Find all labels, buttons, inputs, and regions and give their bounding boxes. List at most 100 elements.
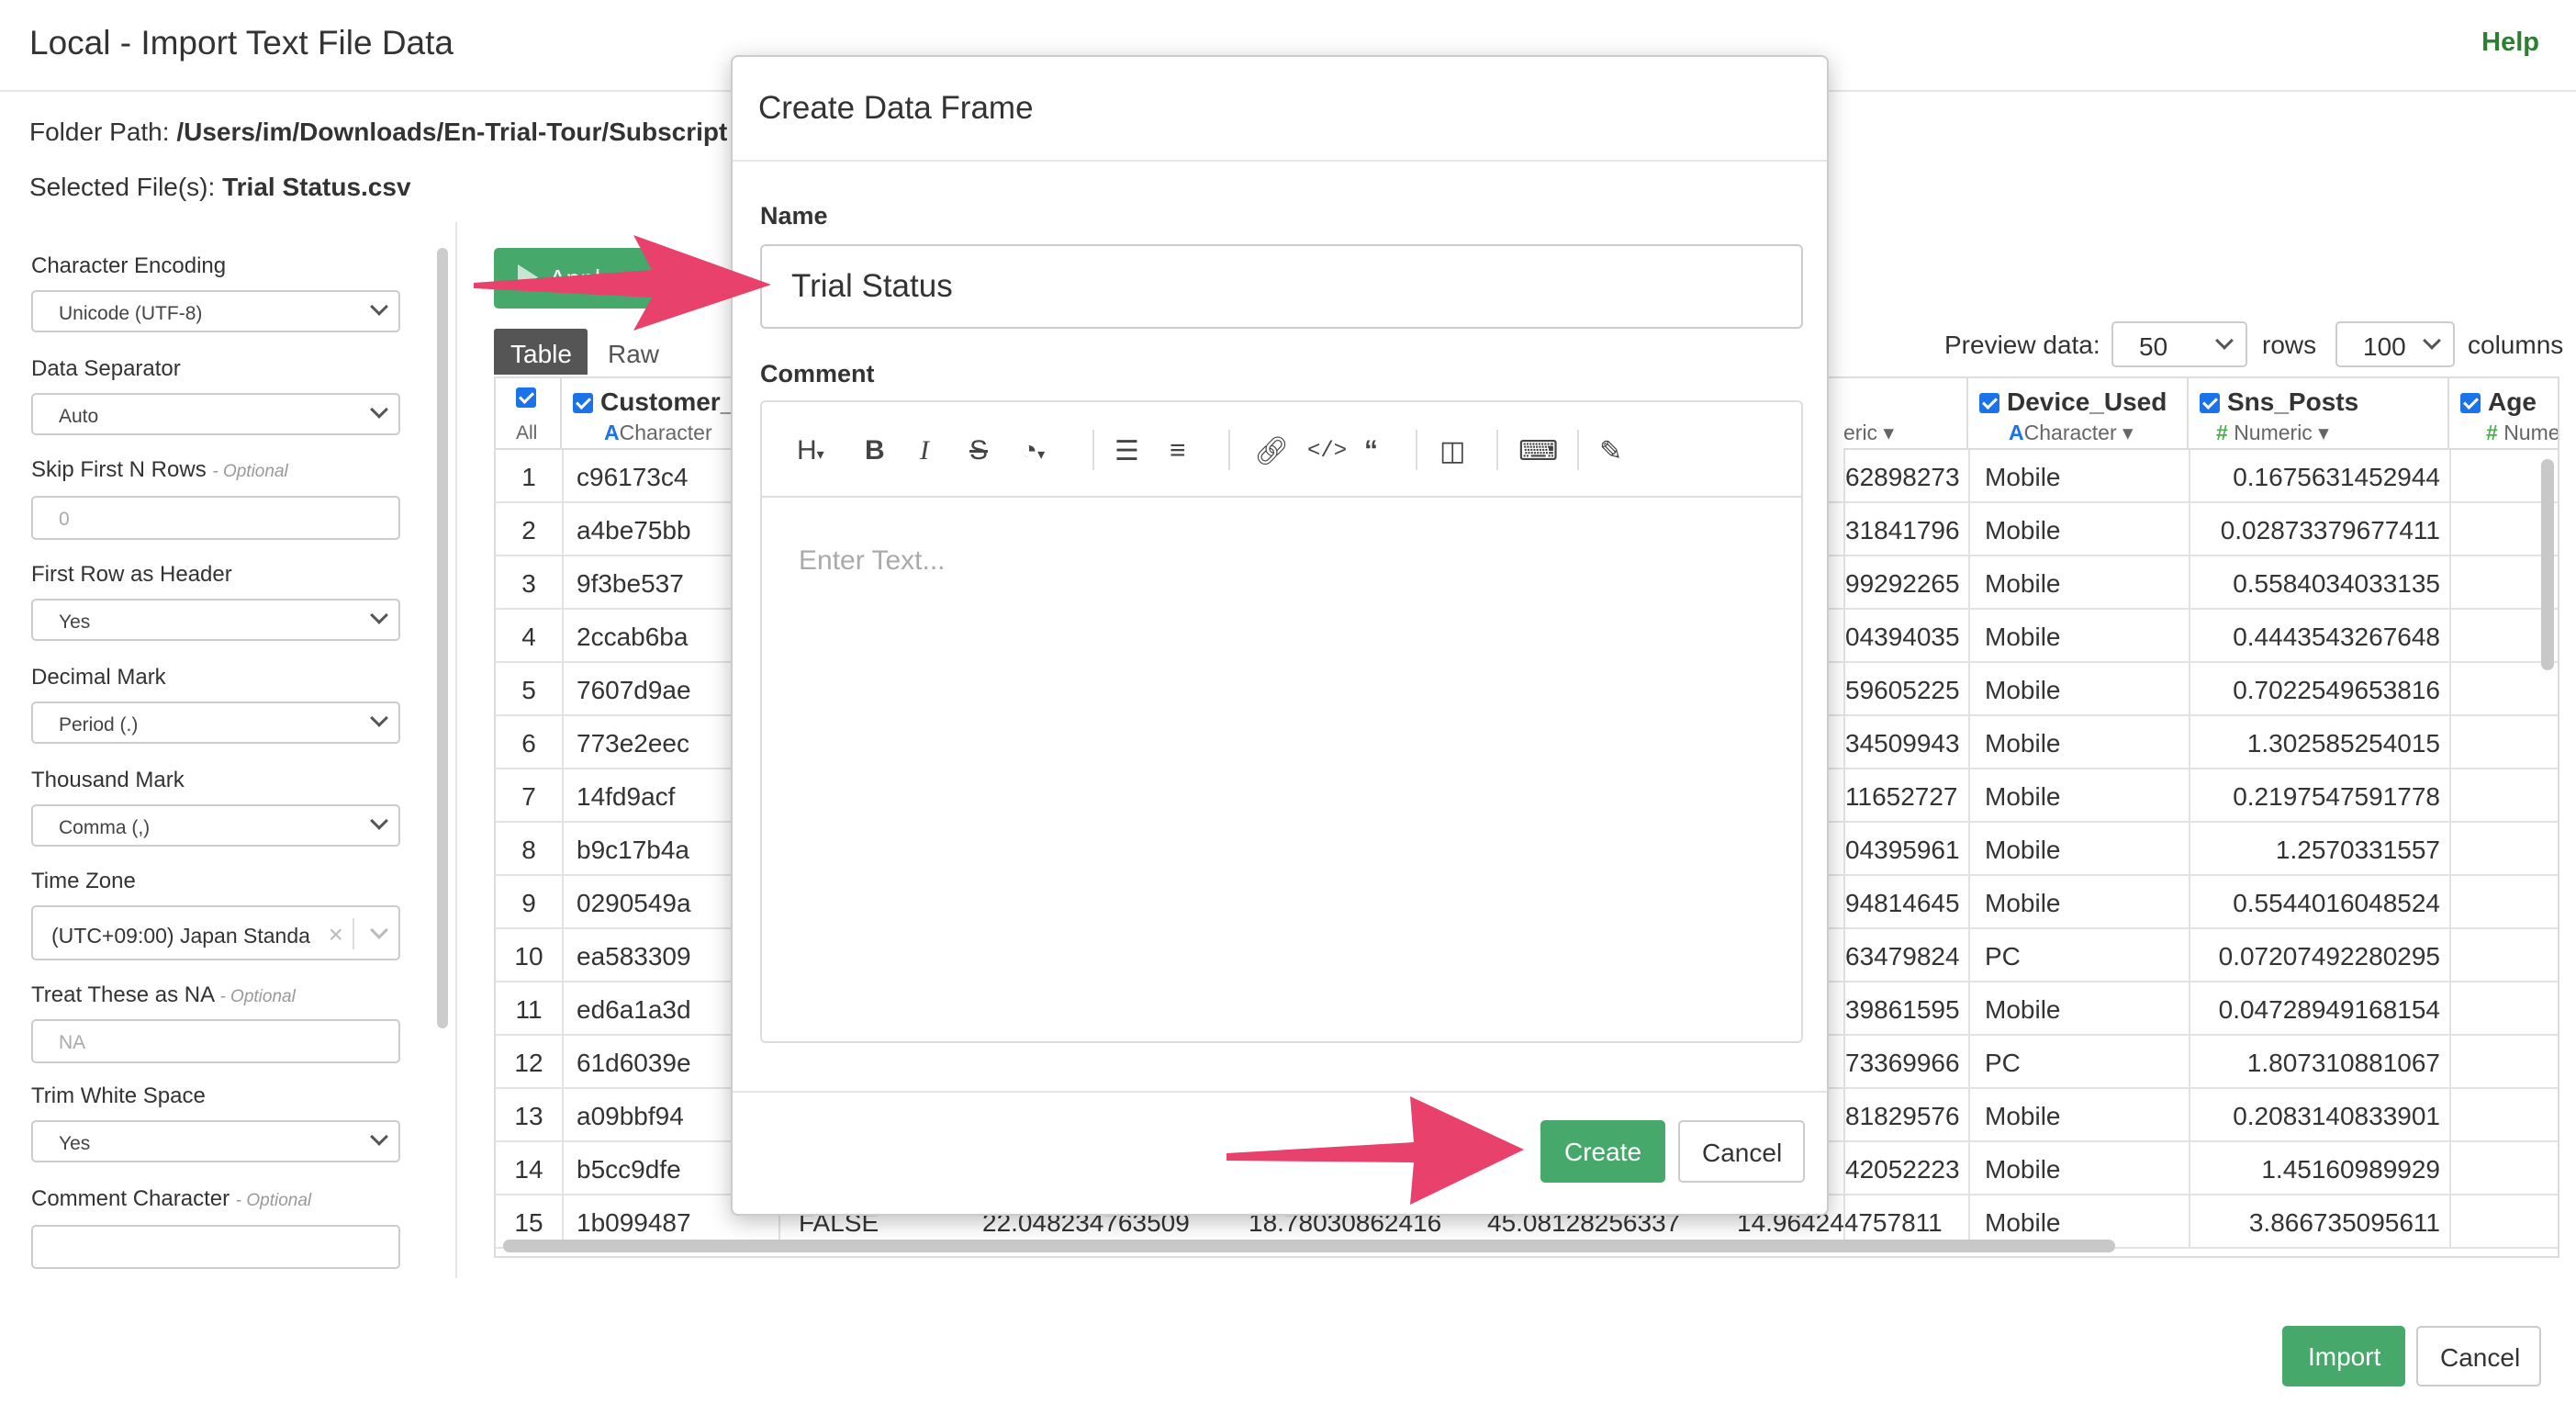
help-link[interactable]: Help — [2481, 28, 2539, 58]
thousand-mark-select[interactable]: Comma (,) — [31, 804, 400, 847]
bold-icon[interactable]: B — [865, 435, 885, 466]
quote-icon[interactable]: “ — [1364, 435, 1378, 466]
cancel-button[interactable]: Cancel — [2416, 1326, 2541, 1386]
cell-device-used: Mobile — [1985, 729, 2061, 758]
keyboard-icon[interactable]: ⌨ — [1518, 435, 1558, 467]
column-header-device-used[interactable]: Device_Used ACharacter ▾ — [1968, 378, 2189, 450]
column-divider — [1968, 876, 1970, 929]
dialog-title: Create Data Frame — [758, 90, 1034, 126]
column-divider — [2189, 1195, 2190, 1249]
comment-editor[interactable]: H▾ B I S ◔▾ ☰ ≡ 🔗︎ </> “ ◫ ⌨ ✎ Enter Tex… — [760, 400, 1803, 1043]
column-divider — [1843, 1089, 1845, 1142]
vertical-scrollbar[interactable] — [2541, 459, 2554, 670]
cell-sns-posts: 0.4443543267648 — [2233, 623, 2440, 651]
editor-toolbar: H▾ B I S ◔▾ ☰ ≡ 🔗︎ </> “ ◫ ⌨ ✎ — [762, 402, 1801, 498]
cell-device-used: Mobile — [1985, 889, 2061, 917]
trim-select[interactable]: Yes — [31, 1120, 400, 1162]
column-divider — [1843, 769, 1845, 823]
cell-sns-posts: 1.807310881067 — [2246, 1049, 2440, 1077]
columns-icon[interactable]: ◫ — [1439, 435, 1465, 467]
encoding-label: Character Encoding — [31, 253, 227, 278]
header-row-select[interactable]: Yes — [31, 599, 400, 641]
tab-raw[interactable]: Raw — [608, 340, 659, 369]
strikethrough-icon[interactable]: S — [969, 435, 988, 466]
preview-columns-select[interactable]: 100 — [2335, 321, 2455, 367]
column-divider — [2189, 610, 2190, 663]
decimal-mark-select[interactable]: Period (.) — [31, 702, 400, 744]
bullet-list-icon[interactable]: ☰ — [1114, 435, 1139, 467]
sidebar-scrollbar[interactable] — [437, 248, 448, 1028]
create-data-frame-dialog: Create Data Frame Name Trial Status Comm… — [731, 55, 1829, 1216]
column-divider — [2189, 769, 2190, 823]
na-label: Treat These as NA - Optional — [31, 982, 296, 1007]
dialog-cancel-button[interactable]: Cancel — [1678, 1120, 1805, 1183]
column-checkbox[interactable] — [573, 393, 593, 413]
code-icon[interactable]: </> — [1307, 439, 1347, 464]
magic-wand-icon[interactable]: ✎ — [1599, 435, 1622, 467]
preview-rows-select[interactable]: 50 — [2111, 321, 2247, 367]
chevron-down-icon — [2215, 331, 2234, 350]
cell-device-used: PC — [1985, 1049, 2021, 1077]
import-button[interactable]: Import — [2282, 1326, 2405, 1386]
column-checkbox[interactable] — [2200, 393, 2220, 413]
cell-number: 73369966 — [1845, 1049, 1960, 1077]
row-number: 13 — [514, 1102, 543, 1130]
heading-icon[interactable]: H▾ — [797, 435, 824, 466]
column-divider — [562, 929, 564, 982]
select-all-checkbox[interactable] — [516, 387, 536, 408]
cell-customer-id: a09bbf94 — [577, 1102, 684, 1130]
column-header-sns-posts[interactable]: Sns_Posts # Numeric ▾ — [2189, 378, 2449, 450]
cell-customer-id: 61d6039e — [577, 1049, 691, 1077]
cell-number: 34509943 — [1845, 729, 1960, 758]
clear-icon[interactable]: × — [329, 920, 343, 949]
column-divider — [2449, 769, 2451, 823]
cell-sns-posts: 3.866735095611 — [2248, 1208, 2440, 1237]
thousand-mark-label: Thousand Mark — [31, 768, 185, 792]
row-number: 12 — [514, 1049, 543, 1077]
cell-number: 81829576 — [1845, 1102, 1960, 1130]
caret-down-icon[interactable]: ▾ — [1883, 421, 1894, 444]
column-divider — [2449, 876, 2451, 929]
column-header-partial[interactable]: eric ▾ — [1843, 378, 1968, 450]
separator-select[interactable]: Auto — [31, 393, 400, 435]
column-divider — [2189, 450, 2190, 503]
cell-device-used: PC — [1985, 942, 2021, 971]
column-divider — [1843, 503, 1845, 556]
name-input[interactable]: Trial Status — [760, 244, 1803, 329]
italic-icon[interactable]: I — [920, 435, 929, 466]
chevron-down-icon — [370, 921, 388, 939]
row-number: 15 — [514, 1208, 543, 1237]
na-input[interactable]: NA — [31, 1019, 400, 1063]
separator — [353, 918, 354, 949]
column-divider — [2449, 556, 2451, 610]
time-zone-select[interactable]: (UTC+09:00) Japan Standa × — [31, 905, 400, 960]
column-divider — [2189, 823, 2190, 876]
separator — [1416, 430, 1417, 470]
column-divider — [2189, 1089, 2190, 1142]
import-options-panel: Character Encoding Unicode (UTF-8) Data … — [0, 222, 422, 1278]
caret-down-icon[interactable]: ▾ — [2318, 421, 2329, 444]
column-divider — [562, 1089, 564, 1142]
folder-path: Folder Path: /Users/im/Downloads/En-Tria… — [29, 118, 727, 147]
cell-customer-id: c96173c4 — [577, 463, 689, 491]
create-button[interactable]: Create — [1540, 1120, 1665, 1183]
cell-sns-posts: 1.45160989929 — [2261, 1155, 2440, 1184]
caret-down-icon[interactable]: ▾ — [2122, 421, 2134, 444]
row-number: 5 — [521, 676, 536, 704]
color-palette-icon[interactable]: ◔▾ — [1021, 435, 1045, 466]
column-divider — [1843, 929, 1845, 982]
horizontal-scrollbar[interactable] — [503, 1240, 2115, 1252]
cell-customer-id: 773e2eec — [577, 729, 690, 758]
comment-char-input[interactable] — [31, 1225, 400, 1269]
cell-device-used: Mobile — [1985, 676, 2061, 704]
encoding-select[interactable]: Unicode (UTF-8) — [31, 290, 400, 332]
link-icon[interactable]: 🔗︎ — [1254, 435, 1289, 467]
column-checkbox[interactable] — [1979, 393, 1999, 413]
cell-number: 59605225 — [1845, 676, 1960, 704]
column-header-age[interactable]: Age # Nume — [2449, 378, 2558, 450]
column-checkbox[interactable] — [2460, 393, 2481, 413]
skip-rows-input[interactable]: 0 — [31, 496, 400, 540]
cell-customer-id: 0290549a — [577, 889, 691, 917]
time-zone-label: Time Zone — [31, 869, 136, 893]
numbered-list-icon[interactable]: ≡ — [1170, 435, 1186, 466]
